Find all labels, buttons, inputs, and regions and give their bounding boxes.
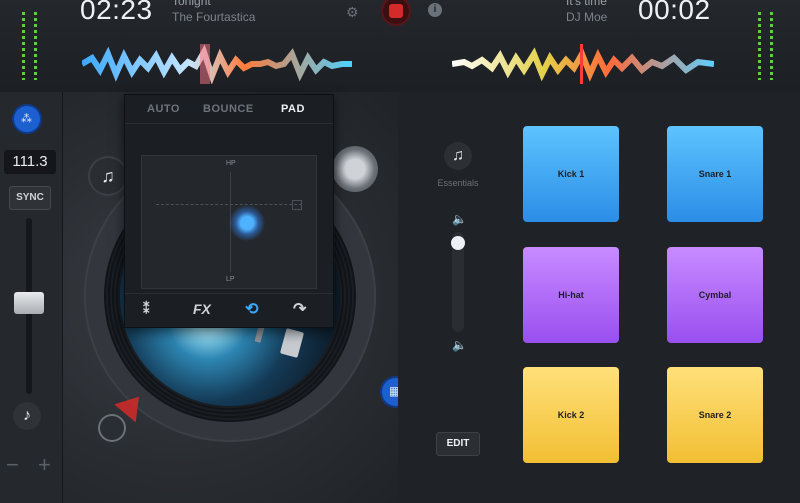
pitch-slider-knob[interactable] [14, 292, 44, 314]
add-track-music-icon[interactable]: ♫ [90, 158, 126, 194]
sample-pack-label: Essentials [437, 178, 479, 188]
plus-button[interactable]: + [38, 452, 51, 478]
sample-pack-icon[interactable]: ♫ [444, 142, 472, 170]
xy-right-marker [292, 200, 302, 210]
tab-bounce[interactable]: BOUNCE [203, 103, 254, 115]
tab-pad[interactable]: PAD [281, 103, 305, 115]
fx-add-icon[interactable]: ⁑ [143, 301, 150, 317]
grid-icon: ⁂ [21, 113, 32, 125]
left-track-artist: The Fourtastica [172, 10, 256, 24]
tonearm-base [332, 146, 378, 192]
info-icon[interactable]: i [428, 3, 442, 17]
record-icon [389, 4, 403, 18]
right-track-artist: DJ Moe [566, 10, 608, 24]
loop-icon[interactable]: ⟲ [245, 299, 258, 319]
vu-meter-right-2 [770, 12, 773, 80]
volume-slider-knob[interactable] [451, 236, 465, 250]
xy-hp-label: HP [226, 160, 236, 167]
right-track-title: It's time [566, 0, 607, 8]
right-waveform[interactable] [452, 44, 714, 84]
right-deck-time: 00:02 [638, 0, 711, 25]
vu-meter-left-2 [34, 12, 37, 80]
xy-lp-label: LP [226, 276, 235, 283]
settings-gear-icon[interactable]: ⚙ [346, 4, 359, 21]
redo-icon[interactable]: ↷ [293, 299, 306, 319]
fx-button[interactable]: FX [193, 301, 211, 317]
pad-kick-2[interactable]: Kick 2 [523, 367, 619, 463]
edit-button[interactable]: EDIT [436, 432, 480, 456]
bpm-display: 111.3 [4, 150, 56, 174]
music-note-icon[interactable]: ♪ [13, 402, 41, 430]
vu-meter-left [22, 12, 25, 80]
left-track-title: Tonight [172, 0, 211, 8]
xy-horizontal-axis [156, 204, 302, 205]
fx-panel: AUTO BOUNCE PAD HP LP ⁑ FX ⟲ ↷ [124, 94, 334, 328]
tab-auto[interactable]: AUTO [147, 103, 180, 115]
pad-snare-1[interactable]: Snare 1 [667, 126, 763, 222]
minus-button[interactable]: − [6, 452, 19, 478]
cue-button[interactable] [100, 416, 124, 440]
volume-down-icon: 🔈 [452, 338, 467, 352]
pad-hi-hat[interactable]: Hi-hat [523, 247, 619, 343]
xy-touch-point[interactable] [229, 205, 265, 241]
pad-kick-1[interactable]: Kick 1 [523, 126, 619, 222]
volume-up-icon: 🔈 [452, 212, 467, 226]
pad-cymbal[interactable]: Cymbal [667, 247, 763, 343]
vu-meter-right [758, 12, 761, 80]
top-bar: 02:23 Tonight The Fourtastica ⚙ i It's t… [0, 0, 800, 93]
tab-divider [125, 123, 333, 124]
record-button[interactable] [383, 0, 409, 24]
pad-snare-2[interactable]: Snare 2 [667, 367, 763, 463]
deck-switch-button[interactable]: ⁂ [14, 106, 40, 132]
sync-button[interactable]: SYNC [9, 186, 51, 210]
left-waveform[interactable] [82, 44, 352, 84]
left-deck-time: 02:23 [80, 0, 153, 25]
